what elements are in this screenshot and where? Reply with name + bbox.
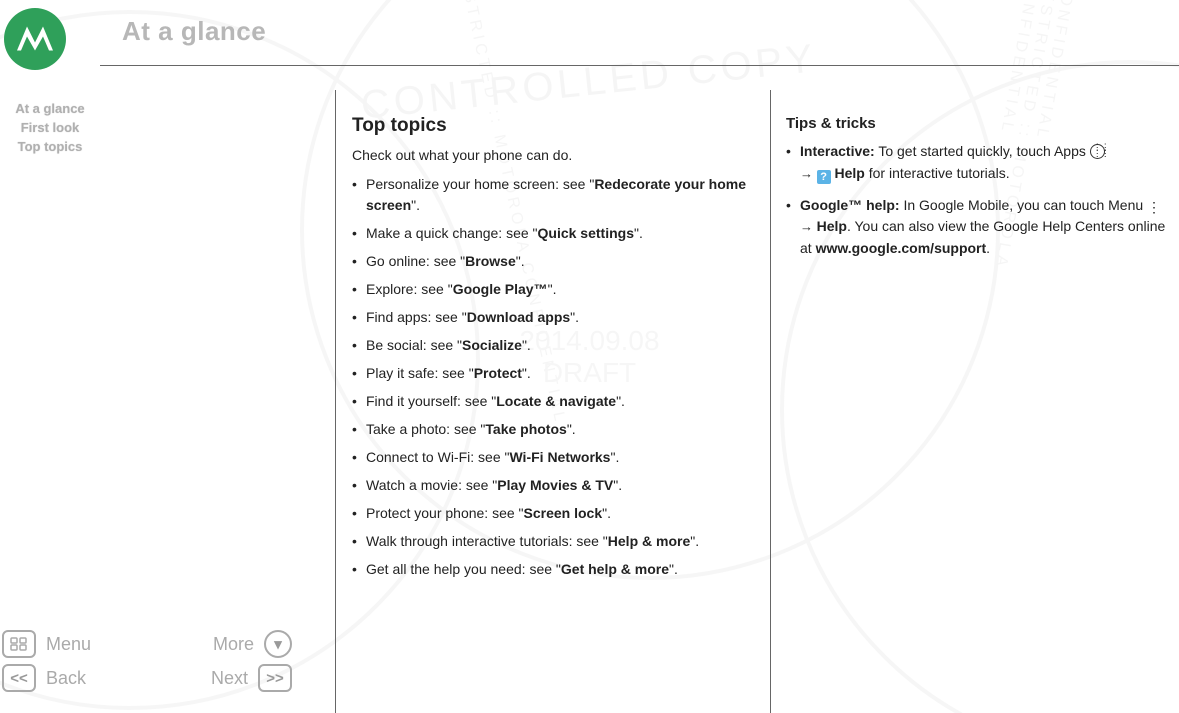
overflow-menu-icon: ⋮ bbox=[1147, 205, 1157, 209]
tip1-t3: for interactive tutorials. bbox=[865, 165, 1010, 181]
topic-link[interactable]: Locate & navigate bbox=[496, 393, 616, 409]
top-topics-list: Personalize your home screen: see "Redec… bbox=[352, 174, 752, 580]
sidebar-nav: At a glance First look Top topics bbox=[0, 100, 100, 157]
topic-link[interactable]: Wi-Fi Networks bbox=[509, 449, 610, 465]
tip2-lead: Google™ help: bbox=[800, 197, 900, 213]
topic-link[interactable]: Play Movies & TV bbox=[497, 477, 613, 493]
topic-link[interactable]: Get help & more bbox=[561, 561, 669, 577]
bottom-nav: Menu More ▾ << Back Next >> bbox=[2, 627, 302, 695]
topic-link[interactable]: Help & more bbox=[608, 533, 690, 549]
tip1-arrow: → bbox=[800, 166, 817, 181]
tips-column: Tips & tricks Interactive: To get starte… bbox=[786, 112, 1166, 270]
topic-item: Connect to Wi-Fi: see "Wi-Fi Networks". bbox=[352, 447, 752, 468]
tip2-url[interactable]: www.google.com/support bbox=[816, 240, 987, 256]
header-rule bbox=[100, 65, 1179, 66]
topic-item: Play it safe: see "Protect". bbox=[352, 363, 752, 384]
topic-item: Find it yourself: see "Locate & navigate… bbox=[352, 391, 752, 412]
tip1-lead: Interactive: bbox=[800, 143, 875, 159]
topic-link[interactable]: Browse bbox=[465, 253, 516, 269]
help-icon: ? bbox=[817, 170, 831, 184]
tip2-t1: In Google Mobile, you can touch Menu bbox=[900, 197, 1147, 213]
menu-icon[interactable] bbox=[2, 630, 36, 658]
back-icon[interactable]: << bbox=[2, 664, 36, 692]
header: At a glance bbox=[0, 0, 1179, 88]
tip2-help[interactable]: Help bbox=[817, 218, 847, 234]
topic-link[interactable]: Take photos bbox=[485, 421, 566, 437]
next-icon[interactable]: >> bbox=[258, 664, 292, 692]
main-column: Top topics Check out what your phone can… bbox=[352, 112, 752, 587]
motorola-logo bbox=[4, 8, 66, 70]
topic-item: Personalize your home screen: see "Redec… bbox=[352, 174, 752, 216]
topic-item: Explore: see "Google Play™". bbox=[352, 279, 752, 300]
tip1-help[interactable]: Help bbox=[835, 165, 865, 181]
sidebar-link-top-topics[interactable]: Top topics bbox=[0, 138, 100, 157]
page-title: At a glance bbox=[122, 16, 266, 47]
tips-heading: Tips & tricks bbox=[786, 112, 1166, 135]
column-divider-2 bbox=[770, 90, 771, 713]
sidebar-link-first-look[interactable]: First look bbox=[0, 119, 100, 138]
topic-item: Walk through interactive tutorials: see … bbox=[352, 531, 752, 552]
tip2-t4: . bbox=[986, 240, 990, 256]
topic-item: Go online: see "Browse". bbox=[352, 251, 752, 272]
main-intro: Check out what your phone can do. bbox=[352, 145, 752, 166]
main-heading: Top topics bbox=[352, 112, 752, 141]
back-button-label[interactable]: Back bbox=[46, 668, 86, 689]
topic-item: Watch a movie: see "Play Movies & TV". bbox=[352, 475, 752, 496]
topic-item: Make a quick change: see "Quick settings… bbox=[352, 223, 752, 244]
sidebar-link-at-a-glance[interactable]: At a glance bbox=[0, 100, 100, 119]
topic-link[interactable]: Socialize bbox=[462, 337, 522, 353]
topic-item: Find apps: see "Download apps". bbox=[352, 307, 752, 328]
topic-item: Be social: see "Socialize". bbox=[352, 335, 752, 356]
next-button-label[interactable]: Next bbox=[211, 668, 248, 689]
topic-link[interactable]: Quick settings bbox=[538, 225, 634, 241]
tip2-arrow: → bbox=[800, 219, 817, 234]
apps-icon bbox=[1090, 144, 1105, 159]
topic-item: Get all the help you need: see "Get help… bbox=[352, 559, 752, 580]
tip-interactive: Interactive: To get started quickly, tou… bbox=[786, 141, 1166, 184]
tip1-t1: To get started quickly, touch Apps bbox=[875, 143, 1090, 159]
topic-link[interactable]: Download apps bbox=[467, 309, 570, 325]
tip-google-help: Google™ help: In Google Mobile, you can … bbox=[786, 195, 1166, 260]
more-button-label[interactable]: More bbox=[213, 634, 254, 655]
menu-button-label[interactable]: Menu bbox=[46, 634, 91, 655]
topic-item: Take a photo: see "Take photos". bbox=[352, 419, 752, 440]
topic-item: Protect your phone: see "Screen lock". bbox=[352, 503, 752, 524]
topic-link[interactable]: Google Play™ bbox=[453, 281, 548, 297]
topic-link[interactable]: Screen lock bbox=[524, 505, 603, 521]
more-icon[interactable]: ▾ bbox=[264, 630, 292, 658]
column-divider-1 bbox=[335, 90, 336, 713]
topic-link[interactable]: Protect bbox=[474, 365, 522, 381]
